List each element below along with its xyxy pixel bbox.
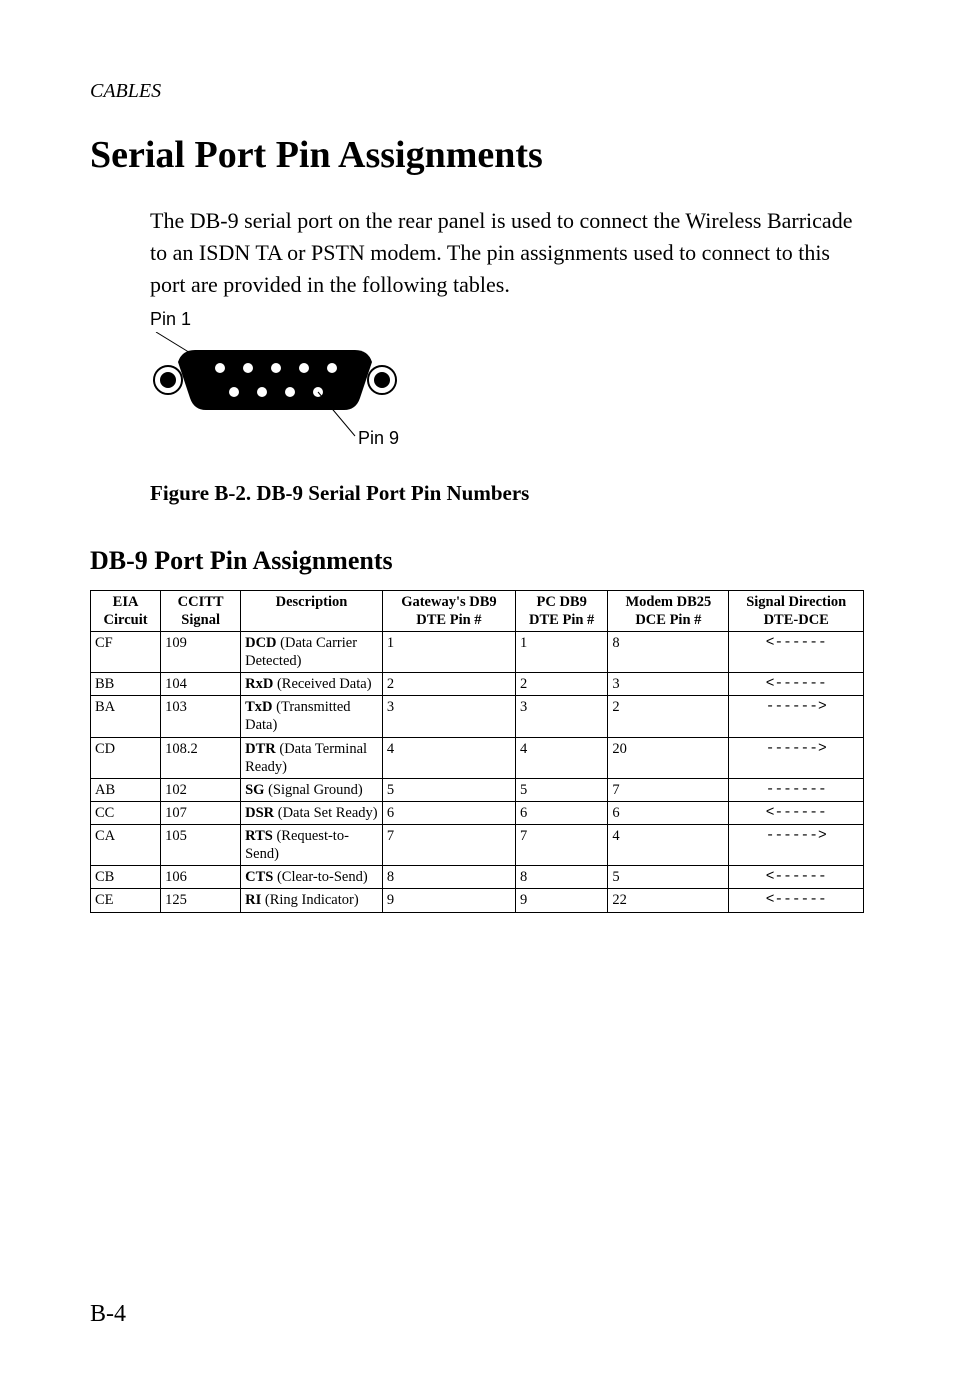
table-cell: 7 xyxy=(382,825,515,866)
th-dcepin: Modem DB25 DCE Pin # xyxy=(608,590,729,631)
table-cell: 3 xyxy=(516,696,608,737)
table-row: CB106CTS (Clear-to-Send)885<------ xyxy=(91,866,864,889)
table-cell-description: CTS (Clear-to-Send) xyxy=(241,866,383,889)
table-cell-direction: <------ xyxy=(729,889,864,912)
table-cell: BA xyxy=(91,696,161,737)
table-cell-direction: <------ xyxy=(729,673,864,696)
table-cell: 7 xyxy=(608,778,729,801)
table-cell-description: SG (Signal Ground) xyxy=(241,778,383,801)
table-cell: 6 xyxy=(516,801,608,824)
db9-connector-figure: Pin 9 xyxy=(150,332,864,457)
table-cell: 4 xyxy=(516,737,608,778)
table-cell: 2 xyxy=(516,673,608,696)
table-cell-direction: ------> xyxy=(729,696,864,737)
table-cell: 4 xyxy=(382,737,515,778)
table-cell-description: DCD (Data Carrier Detected) xyxy=(241,631,383,672)
pin1-label: Pin 1 xyxy=(150,309,864,330)
table-cell: 6 xyxy=(608,801,729,824)
table-cell: 20 xyxy=(608,737,729,778)
table-cell-direction: <------ xyxy=(729,866,864,889)
th-gwpin: Gateway's DB9 DTE Pin # xyxy=(382,590,515,631)
table-cell: 1 xyxy=(516,631,608,672)
table-cell: BB xyxy=(91,673,161,696)
table-cell: 105 xyxy=(161,825,241,866)
intro-paragraph: The DB-9 serial port on the rear panel i… xyxy=(150,205,864,301)
table-cell-direction: <------ xyxy=(729,631,864,672)
table-cell-direction: <------ xyxy=(729,801,864,824)
table-cell: 22 xyxy=(608,889,729,912)
table-cell: 8 xyxy=(516,866,608,889)
table-cell: 4 xyxy=(608,825,729,866)
table-cell-description: RxD (Received Data) xyxy=(241,673,383,696)
table-row: AB102SG (Signal Ground)557------- xyxy=(91,778,864,801)
pin-assignments-table: EIA Circuit CCITT Signal Description Gat… xyxy=(90,590,864,913)
table-cell: 2 xyxy=(608,696,729,737)
section-heading: DB-9 Port Pin Assignments xyxy=(90,546,864,576)
table-cell-description: RI (Ring Indicator) xyxy=(241,889,383,912)
th-ccitt: CCITT Signal xyxy=(161,590,241,631)
th-desc: Description xyxy=(241,590,383,631)
table-cell: 5 xyxy=(608,866,729,889)
table-cell: 106 xyxy=(161,866,241,889)
table-cell: AB xyxy=(91,778,161,801)
table-row: CD108.2DTR (Data Terminal Ready)4420----… xyxy=(91,737,864,778)
page-number: B-4 xyxy=(90,1301,126,1328)
table-cell-description: DSR (Data Set Ready) xyxy=(241,801,383,824)
figure-caption: Figure B-2. DB-9 Serial Port Pin Numbers xyxy=(150,481,864,506)
th-dir: Signal Direction DTE-DCE xyxy=(729,590,864,631)
table-row: CF109DCD (Data Carrier Detected)118<----… xyxy=(91,631,864,672)
table-cell: CF xyxy=(91,631,161,672)
db9-connector-icon: Pin 9 xyxy=(150,332,420,452)
table-row: BB104RxD (Received Data)223<------ xyxy=(91,673,864,696)
table-cell-description: RTS (Request-to-Send) xyxy=(241,825,383,866)
table-cell: 109 xyxy=(161,631,241,672)
page-title: Serial Port Pin Assignments xyxy=(90,133,864,177)
table-body: CF109DCD (Data Carrier Detected)118<----… xyxy=(91,631,864,912)
table-cell-description: TxD (Transmitted Data) xyxy=(241,696,383,737)
pin9-label: Pin 9 xyxy=(358,428,399,448)
table-cell: CB xyxy=(91,866,161,889)
table-cell: 5 xyxy=(382,778,515,801)
document-page: CABLES Serial Port Pin Assignments The D… xyxy=(0,0,954,1388)
th-dtepin: PC DB9 DTE Pin # xyxy=(516,590,608,631)
table-cell: 2 xyxy=(382,673,515,696)
table-row: CE125RI (Ring Indicator)9922<------ xyxy=(91,889,864,912)
table-cell: 107 xyxy=(161,801,241,824)
table-cell: 108.2 xyxy=(161,737,241,778)
table-cell: 5 xyxy=(516,778,608,801)
table-header-row: EIA Circuit CCITT Signal Description Gat… xyxy=(91,590,864,631)
table-cell: 3 xyxy=(382,696,515,737)
table-row: CC107DSR (Data Set Ready)666<------ xyxy=(91,801,864,824)
table-cell: 103 xyxy=(161,696,241,737)
table-cell-direction: ------- xyxy=(729,778,864,801)
table-cell: 9 xyxy=(516,889,608,912)
table-cell-direction: ------> xyxy=(729,737,864,778)
table-cell: CC xyxy=(91,801,161,824)
table-cell: 102 xyxy=(161,778,241,801)
table-cell-description: DTR (Data Terminal Ready) xyxy=(241,737,383,778)
table-cell: 104 xyxy=(161,673,241,696)
table-cell-direction: ------> xyxy=(729,825,864,866)
running-head: CABLES xyxy=(90,80,864,103)
table-cell: CD xyxy=(91,737,161,778)
table-cell: CA xyxy=(91,825,161,866)
table-cell: 6 xyxy=(382,801,515,824)
table-cell: 9 xyxy=(382,889,515,912)
table-cell: CE xyxy=(91,889,161,912)
th-eia: EIA Circuit xyxy=(91,590,161,631)
table-cell: 3 xyxy=(608,673,729,696)
table-cell: 1 xyxy=(382,631,515,672)
table-row: BA103TxD (Transmitted Data)332------> xyxy=(91,696,864,737)
table-cell: 125 xyxy=(161,889,241,912)
table-row: CA105RTS (Request-to-Send)774------> xyxy=(91,825,864,866)
table-cell: 8 xyxy=(382,866,515,889)
table-cell: 7 xyxy=(516,825,608,866)
table-cell: 8 xyxy=(608,631,729,672)
